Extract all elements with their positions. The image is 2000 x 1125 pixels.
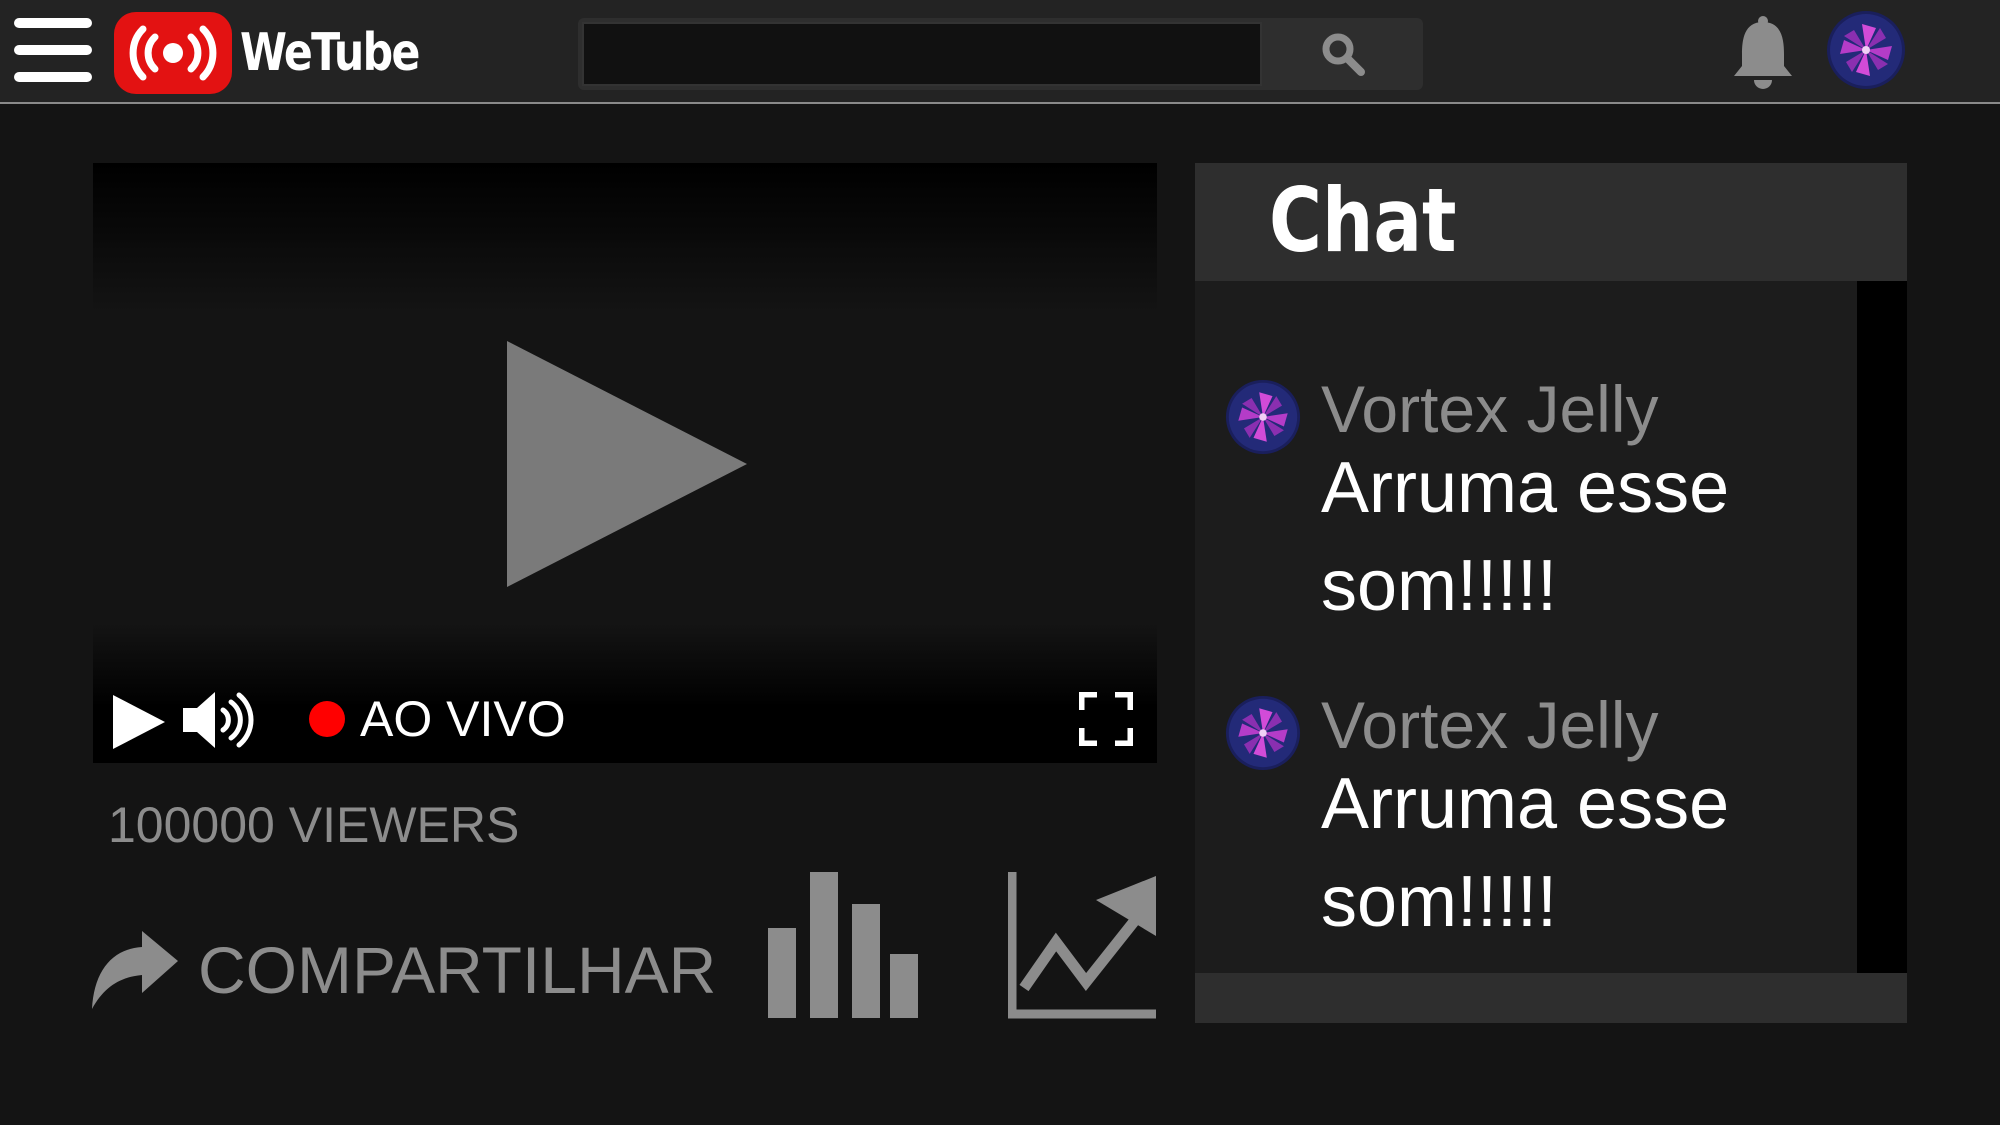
app-name: WeTube [240,23,420,83]
play-icon[interactable] [113,695,165,749]
chat-username[interactable]: Vortex Jelly [1321,371,1658,447]
live-broadcast-icon [114,12,232,94]
chat-scrollbar[interactable] [1857,281,1907,973]
pinwheel-avatar-icon[interactable] [1225,379,1301,455]
search-button[interactable] [1262,18,1423,90]
chat-message-text: Arruma esse som!!!!! [1321,448,1730,626]
bell-icon[interactable] [1730,14,1796,92]
chat-header: Chat [1195,163,1907,281]
chat-username[interactable]: Vortex Jelly [1321,687,1658,763]
chat-message: Vortex Jelly Arruma esse som!!!!! [1225,687,1825,947]
chat-panel: Chat Vortex Jelly Arruma esse som!!!!! V… [1195,163,1907,1023]
chat-message-text: Arruma esse som!!!!! [1321,764,1730,942]
trend-up-icon[interactable] [1007,870,1158,1020]
share-arrow-icon [92,931,178,1009]
search-icon [1322,33,1365,76]
big-play-icon[interactable] [507,341,747,587]
share-label: COMPARTILHAR [198,933,717,1007]
chat-title: Chat [1269,169,1457,272]
live-label: AO VIVO [360,691,566,747]
search-bar [578,18,1423,90]
fullscreen-icon[interactable] [1077,690,1135,748]
chat-messages: Vortex Jelly Arruma esse som!!!!! Vortex… [1195,281,1857,973]
volume-icon[interactable] [183,690,255,750]
chat-message: Vortex Jelly Arruma esse som!!!!! [1225,371,1825,631]
share-button[interactable]: COMPARTILHAR [92,925,716,1015]
pinwheel-avatar-icon [1826,10,1906,90]
video-player[interactable] [93,163,1157,763]
viewer-count: 100000 VIEWERS [108,797,520,853]
bar-chart-icon[interactable] [768,870,918,1020]
search-input[interactable] [582,22,1262,86]
hamburger-menu-icon[interactable] [14,18,92,86]
user-avatar[interactable] [1826,10,1906,90]
top-bar: WeTube [0,0,2000,104]
chat-footer [1195,973,1907,1023]
pinwheel-avatar-icon[interactable] [1225,695,1301,771]
wetube-logo[interactable]: WeTube [114,12,458,94]
live-indicator-dot [309,701,345,737]
